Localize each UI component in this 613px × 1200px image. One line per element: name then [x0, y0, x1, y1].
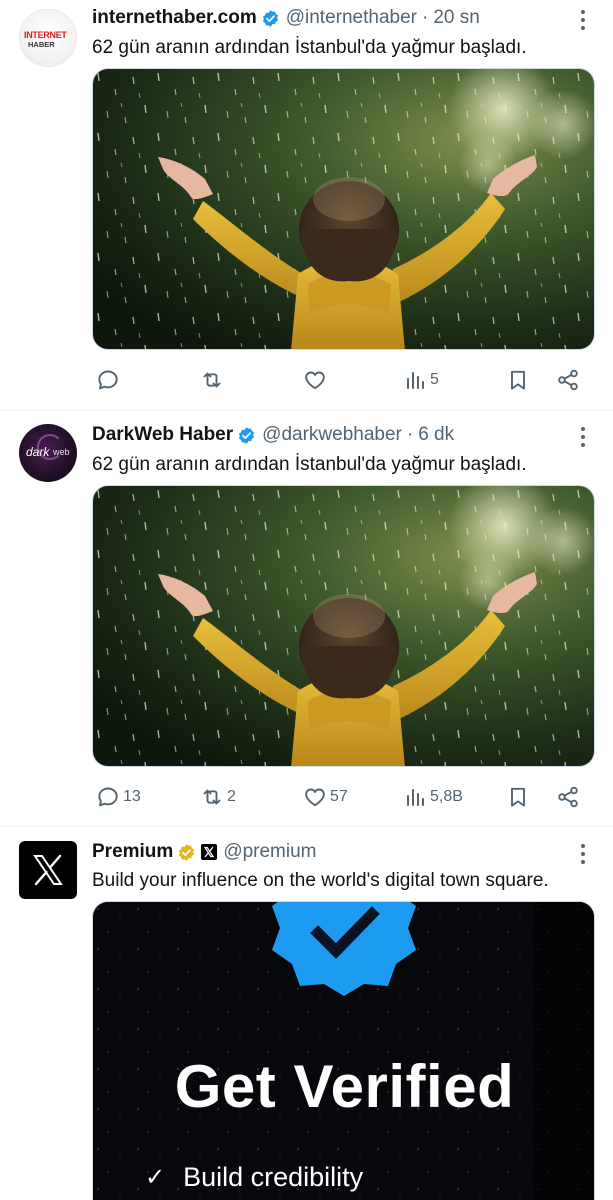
reply-button[interactable]: [96, 367, 123, 393]
like-icon: [303, 368, 327, 392]
verified-badge-icon: [237, 426, 256, 445]
avatar-logo-top: dark: [26, 445, 50, 459]
like-icon: [303, 785, 327, 809]
views-icon: [403, 785, 427, 809]
separator-dot: ·: [421, 7, 429, 28]
tweet-text: Build your influence on the world's digi…: [92, 870, 549, 891]
reply-button[interactable]: 13: [96, 784, 141, 810]
share-button[interactable]: [556, 784, 580, 810]
avatar-darkwebhaber[interactable]: dark web: [19, 424, 77, 482]
share-button[interactable]: [556, 367, 580, 393]
tweet-image[interactable]: Get Verified ✓ Build credibility: [92, 901, 595, 1200]
views-count: 5: [430, 371, 439, 388]
checkmark-icon: ✓: [145, 1164, 166, 1191]
retweet-icon: [200, 785, 224, 809]
avatar-logo-bottom: HABER: [28, 40, 55, 49]
reply-icon: [96, 368, 120, 392]
tweet-internethaber[interactable]: INTERNET HABER internethaber.com @intern…: [0, 0, 613, 410]
retweet-count: 2: [227, 788, 236, 805]
verified-badge-icon: [261, 9, 280, 28]
share-icon: [556, 368, 580, 392]
display-name[interactable]: Premium: [92, 841, 173, 863]
rain-child-photo: [93, 69, 595, 350]
like-button[interactable]: 57: [303, 784, 348, 810]
timestamp[interactable]: 20 sn: [433, 7, 479, 29]
action-bar: 13 2 57 5,8B: [92, 784, 595, 810]
x-affiliate-icon: [201, 844, 218, 860]
handle[interactable]: @darkwebhaber: [262, 424, 402, 446]
timestamp[interactable]: 6 dk: [418, 424, 454, 446]
tweet-premium[interactable]: Premium @premium Build your influence on…: [0, 827, 613, 1200]
action-bar: 5: [92, 367, 595, 393]
more-icon[interactable]: [573, 8, 593, 32]
reply-icon: [96, 785, 120, 809]
tweet-text: 62 gün aranın ardından İstanbul'da yağmu…: [92, 454, 527, 475]
views-button[interactable]: 5,8B: [403, 784, 463, 810]
x-logo-icon: [33, 854, 63, 886]
retweet-button[interactable]: [200, 367, 227, 393]
retweet-icon: [200, 368, 224, 392]
display-name[interactable]: internethaber.com: [92, 7, 257, 29]
avatar-logo-top: INTERNET: [24, 30, 67, 40]
views-count: 5,8B: [430, 788, 463, 805]
views-button[interactable]: 5: [403, 367, 439, 393]
avatar-premium[interactable]: [19, 841, 77, 899]
like-count: 57: [330, 788, 348, 805]
bookmark-icon: [506, 368, 530, 392]
bookmark-icon: [506, 785, 530, 809]
separator-dot: ·: [406, 424, 414, 445]
verified-badge-icon: [177, 843, 196, 862]
like-button[interactable]: [303, 367, 330, 393]
get-verified-title: Get Verified: [174, 1053, 515, 1120]
views-icon: [403, 368, 427, 392]
tweet-darkwebhaber[interactable]: dark web DarkWeb Haber @darkwebhaber · 6…: [0, 411, 613, 826]
tweet-header: internethaber.com @internethaber · 20 sn: [92, 6, 573, 30]
more-icon[interactable]: [573, 425, 593, 449]
handle[interactable]: @premium: [223, 841, 316, 863]
tweet-header: DarkWeb Haber @darkwebhaber · 6 dk: [92, 423, 573, 447]
benefit-text: Build credibility: [183, 1162, 364, 1192]
avatar-internethaber[interactable]: INTERNET HABER: [19, 9, 77, 67]
bookmark-button[interactable]: [506, 367, 530, 393]
tweet-image[interactable]: [92, 485, 595, 767]
handle[interactable]: @internethaber: [286, 7, 417, 29]
avatar-logo-bottom: web: [53, 447, 70, 457]
tweet-header: Premium @premium: [92, 840, 573, 864]
display-name[interactable]: DarkWeb Haber: [92, 424, 233, 446]
tweet-image[interactable]: [92, 68, 595, 350]
reply-count: 13: [123, 788, 141, 805]
more-icon[interactable]: [573, 842, 593, 866]
tweet-text: 62 gün aranın ardından İstanbul'da yağmu…: [92, 37, 527, 58]
bookmark-button[interactable]: [506, 784, 530, 810]
share-icon: [556, 785, 580, 809]
retweet-button[interactable]: 2: [200, 784, 236, 810]
benefit-item: ✓ Build credibility: [145, 1162, 363, 1193]
rain-child-photo: [93, 486, 595, 767]
premium-ad-background: [93, 902, 594, 1200]
